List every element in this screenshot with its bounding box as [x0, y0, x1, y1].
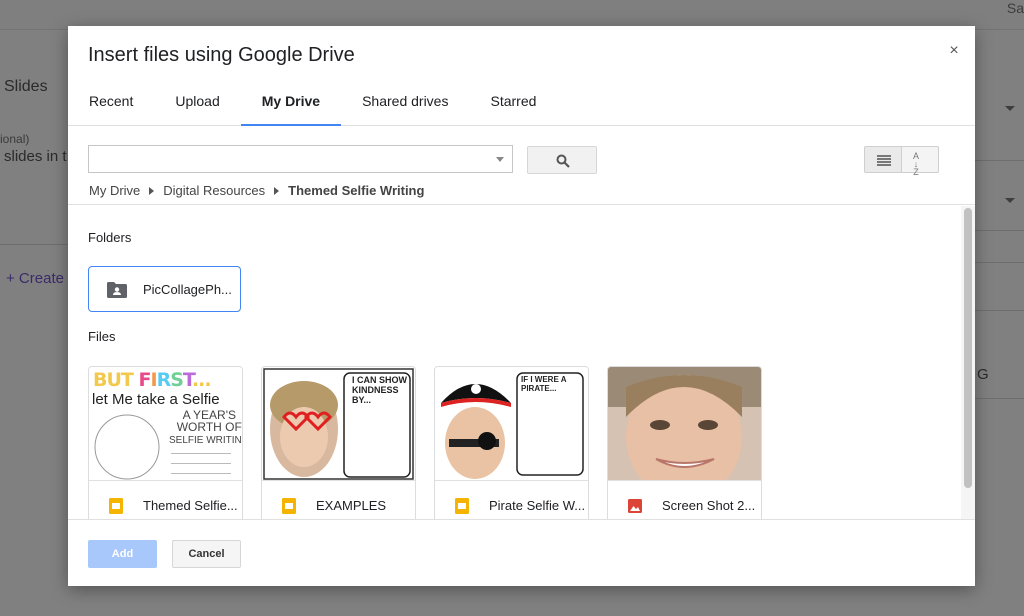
scrollbar-thumb[interactable]	[964, 208, 972, 488]
file-thumbnail: I CAN SHOW KINDNESS BY...	[262, 367, 415, 481]
background-divider	[975, 310, 1024, 311]
background-divider	[975, 230, 1024, 231]
breadcrumb-item-current: Themed Selfie Writing	[288, 183, 425, 198]
background-create-link: + Create	[6, 270, 64, 287]
list-view-icon	[877, 155, 891, 166]
selfie-photo-art	[608, 367, 761, 480]
tab-starred[interactable]: Starred	[469, 88, 557, 126]
file-card[interactable]: Screen Shot 2...	[607, 366, 762, 519]
file-card[interactable]: IF I WERE A PIRATE... Pirate Selfie W...	[434, 366, 589, 519]
search-input[interactable]	[88, 145, 513, 173]
file-thumbnail	[608, 367, 761, 481]
breadcrumb-item-my-drive[interactable]: My Drive	[89, 183, 140, 198]
sort-button[interactable]: A ↓ Z	[902, 146, 939, 177]
google-slides-icon	[282, 498, 296, 514]
background-divider	[975, 398, 1024, 399]
folder-name: PicCollagePh...	[143, 282, 232, 297]
google-slides-icon	[109, 498, 123, 514]
breadcrumb: My Drive Digital Resources Themed Selfie…	[89, 183, 424, 198]
image-file-icon	[628, 499, 642, 513]
thumb-subheading-text: let Me take a Selfie	[92, 391, 220, 408]
thumb-heading-text: I CAN SHOW KINDNESS BY...	[352, 375, 407, 405]
folders-heading: Folders	[88, 230, 132, 245]
file-browser: Folders PicCollagePh... Files BUT FIRST.…	[68, 206, 975, 519]
background-topbar-text: Sa	[1006, 0, 1024, 16]
background-divider	[975, 262, 1024, 263]
thumb-heading-text: BUT FIRST...	[93, 369, 212, 391]
list-view-button[interactable]	[864, 146, 902, 173]
cancel-button[interactable]: Cancel	[172, 540, 241, 568]
thumb-subtitle-text: A YEAR'S WORTH OF SELFIE WRITING	[169, 408, 242, 446]
files-heading: Files	[88, 329, 116, 344]
search-icon	[556, 154, 570, 168]
background-slides-in-text: slides in t	[4, 148, 67, 165]
search-toolbar: A ↓ Z My Drive Digital Resources Themed Se…	[68, 127, 975, 205]
background-g-text: G	[977, 366, 989, 383]
tab-my-drive[interactable]: My Drive	[240, 88, 342, 126]
background-left-panel: Slides ional) slides in t + Create	[0, 30, 68, 616]
close-button[interactable]: ×	[945, 42, 963, 60]
breadcrumb-item-digital-resources[interactable]: Digital Resources	[163, 183, 265, 198]
background-right-panel: G	[975, 30, 1024, 616]
background-dropdown-arrow-icon	[1005, 106, 1015, 111]
file-card[interactable]: BUT FIRST... let Me take a Selfie A YEAR…	[88, 366, 243, 519]
search-options-dropdown-icon[interactable]	[496, 157, 504, 162]
breadcrumb-chevron-icon	[274, 186, 280, 195]
thumb-heading-text: IF I WERE A PIRATE...	[521, 375, 567, 393]
file-thumbnail: BUT FIRST... let Me take a Selfie A YEAR…	[89, 367, 242, 481]
thumb-line	[171, 473, 231, 474]
thumb-line	[171, 453, 231, 454]
breadcrumb-chevron-icon	[149, 186, 155, 195]
file-thumbnail: IF I WERE A PIRATE...	[435, 367, 588, 481]
tab-recent[interactable]: Recent	[68, 88, 154, 126]
background-slides-title: Slides	[4, 78, 48, 95]
file-name: EXAMPLES	[316, 498, 387, 513]
dialog-header: Insert files using Google Drive × Recent…	[68, 26, 975, 126]
tab-upload[interactable]: Upload	[154, 88, 240, 126]
tab-bar: Recent Upload My Drive Shared drives Sta…	[68, 88, 557, 126]
shared-folder-icon	[107, 282, 127, 298]
tab-shared-drives[interactable]: Shared drives	[341, 88, 469, 126]
sort-az-icon: A ↓ Z	[913, 151, 920, 177]
file-card[interactable]: I CAN SHOW KINDNESS BY... EXAMPLES	[261, 366, 416, 519]
thumb-circle-frame	[94, 414, 160, 480]
search-button[interactable]	[527, 146, 597, 174]
thumb-line	[171, 463, 231, 464]
background-divider	[975, 160, 1024, 161]
file-name: Screen Shot 2...	[662, 498, 756, 513]
background-dropdown-arrow-icon	[1005, 198, 1015, 203]
google-slides-icon	[455, 498, 469, 514]
background-optional-label: ional)	[0, 132, 30, 146]
insert-files-dialog: Insert files using Google Drive × Recent…	[68, 26, 975, 586]
background-divider	[0, 244, 68, 245]
dialog-footer: Add Cancel	[68, 519, 975, 586]
add-button[interactable]: Add	[88, 540, 157, 568]
file-name: Themed Selfie...	[143, 498, 238, 513]
file-name: Pirate Selfie W...	[489, 498, 586, 513]
folder-item[interactable]: PicCollagePh...	[88, 266, 241, 312]
dialog-title: Insert files using Google Drive	[88, 44, 355, 66]
